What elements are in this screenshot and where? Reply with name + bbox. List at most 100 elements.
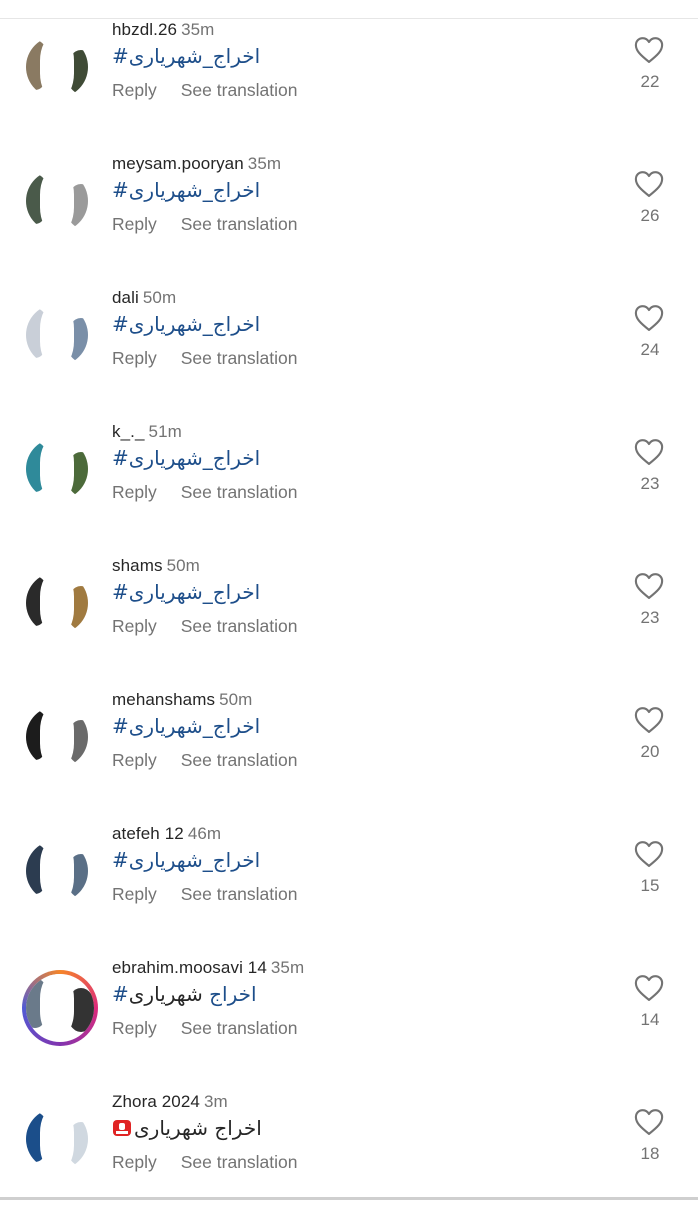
comment-username[interactable]: k_._ 51m: [112, 422, 182, 442]
avatar-redaction: [40, 840, 74, 902]
username-text[interactable]: ebrahim.moosavi 14: [112, 958, 267, 977]
username-text[interactable]: hbzdl.26: [112, 20, 177, 39]
comment-timestamp: 50m: [166, 556, 200, 575]
comment-username[interactable]: meysam.pooryan 35m: [112, 154, 281, 174]
like-count: 22: [640, 72, 660, 91]
comment-text: #اخراج_شهریاری: [112, 178, 260, 202]
comment-row: shams 50m #اخراج_شهریاری Reply See translati…: [0, 544, 698, 678]
comment-username[interactable]: ebrahim.moosavi 14 35m: [112, 958, 304, 978]
see-translation-button[interactable]: See translation: [181, 214, 298, 234]
like-count: 14: [640, 1010, 660, 1029]
username-text[interactable]: meysam.pooryan: [112, 154, 244, 173]
hashtag-link[interactable]: #اخراج_شهریاری: [112, 446, 260, 470]
comment-text: #اخراج_شهریاری: [112, 446, 260, 470]
heart-outline-icon[interactable]: [634, 706, 666, 736]
heart-outline-icon[interactable]: [634, 304, 666, 334]
avatar-redaction: [40, 36, 74, 98]
avatar[interactable]: [26, 438, 88, 500]
comment-timestamp: 51m: [148, 422, 182, 441]
heart-outline-icon[interactable]: [634, 974, 666, 1004]
reply-button[interactable]: Reply: [112, 884, 157, 904]
comment-row: k_._ 51m #اخراج_شهریاری Reply See translatio…: [0, 410, 698, 544]
comment-username[interactable]: mehanshams 50m: [112, 690, 252, 710]
reply-button[interactable]: Reply: [112, 616, 157, 636]
avatar-redaction: [40, 438, 74, 500]
see-translation-button[interactable]: See translation: [181, 348, 298, 368]
comment-username[interactable]: hbzdl.26 35m: [112, 20, 214, 40]
username-text[interactable]: dali: [112, 288, 139, 307]
avatar[interactable]: [26, 304, 88, 366]
comment-actions: Reply See translation: [112, 1018, 298, 1039]
comment-text: #اخراج_شهریاری: [112, 580, 260, 604]
siren-emoji-icon: [113, 1120, 131, 1136]
comment-username[interactable]: shams 50m: [112, 556, 200, 576]
comment-row: ebrahim.moosavi 14 35m #اخراج شهریاری Reply…: [0, 946, 698, 1080]
heart-outline-icon[interactable]: [634, 1108, 666, 1138]
comment-username[interactable]: dali 50m: [112, 288, 176, 308]
comment-username[interactable]: Zhora 2024 3m: [112, 1092, 228, 1112]
reply-button[interactable]: Reply: [112, 214, 157, 234]
like-count: 23: [640, 608, 660, 627]
see-translation-button[interactable]: See translation: [181, 884, 298, 904]
heart-outline-icon[interactable]: [634, 170, 666, 200]
comment-text: #اخراج_شهریاری: [112, 44, 260, 68]
username-text[interactable]: atefeh 12: [112, 824, 184, 843]
comment-timestamp: 3m: [203, 1092, 228, 1111]
heart-outline-icon[interactable]: [634, 438, 666, 468]
avatar[interactable]: [22, 970, 98, 1046]
see-translation-button[interactable]: See translation: [181, 1018, 298, 1038]
reply-button[interactable]: Reply: [112, 1152, 157, 1172]
heart-outline-icon[interactable]: [634, 36, 666, 66]
comment-timestamp: 35m: [247, 154, 282, 173]
comment-body-text: شهریاری: [128, 982, 210, 1006]
avatar[interactable]: [26, 572, 88, 634]
comment-body-text: اخراج شهریاری: [134, 1116, 262, 1140]
like-count: 24: [640, 340, 660, 359]
hashtag-link[interactable]: #اخراج_شهریاری: [112, 848, 260, 872]
comment-text: #اخراج_شهریاری: [112, 848, 260, 872]
reply-button[interactable]: Reply: [112, 482, 157, 502]
hashtag-link[interactable]: #اخراج_شهریاری: [112, 312, 260, 336]
comment-timestamp: 50m: [219, 690, 253, 709]
avatar[interactable]: [26, 840, 88, 902]
reply-button[interactable]: Reply: [112, 1018, 157, 1038]
avatar[interactable]: [26, 170, 88, 232]
avatar[interactable]: [26, 1108, 88, 1170]
comment-row: meysam.pooryan 35m #اخراج_شهریاری Reply See …: [0, 142, 698, 276]
username-text[interactable]: k_._: [112, 422, 145, 441]
comment-actions: Reply See translation: [112, 884, 298, 905]
hashtag-link[interactable]: #اخراج_شهریاری: [112, 580, 260, 604]
heart-outline-icon[interactable]: [634, 572, 666, 602]
see-translation-button[interactable]: See translation: [181, 80, 298, 100]
hashtag-link[interactable]: #اخراج_شهریاری: [112, 44, 260, 68]
comment-text: اخراج شهریاری: [112, 1116, 262, 1140]
comment-timestamp: 50m: [142, 288, 177, 307]
comment-timestamp: 46m: [187, 824, 222, 843]
reply-button[interactable]: Reply: [112, 348, 157, 368]
see-translation-button[interactable]: See translation: [181, 482, 298, 502]
like-count: 20: [640, 742, 660, 761]
see-translation-button[interactable]: See translation: [181, 750, 298, 770]
username-text[interactable]: shams: [112, 556, 163, 575]
avatar[interactable]: [26, 706, 88, 768]
see-translation-button[interactable]: See translation: [181, 616, 298, 636]
comment-text: #اخراج شهریاری: [112, 982, 257, 1006]
hashtag-link[interactable]: #اخراج_شهریاری: [112, 714, 260, 738]
like-count: 26: [640, 206, 660, 225]
reply-button[interactable]: Reply: [112, 750, 157, 770]
reply-button[interactable]: Reply: [112, 80, 157, 100]
comment-actions: Reply See translation: [112, 214, 298, 235]
username-text[interactable]: Zhora 2024: [112, 1092, 200, 1111]
see-translation-button[interactable]: See translation: [181, 1152, 298, 1172]
avatar[interactable]: [26, 36, 88, 98]
like-count: 23: [640, 474, 660, 493]
comment-username[interactable]: atefeh 12 46m: [112, 824, 221, 844]
comment-row: Zhora 2024 3m اخراج شهریاری Reply See transl…: [0, 1080, 698, 1214]
username-text[interactable]: mehanshams: [112, 690, 215, 709]
like-count: 15: [640, 876, 660, 895]
heart-outline-icon[interactable]: [634, 840, 666, 870]
avatar-redaction: [40, 1108, 74, 1170]
avatar-redaction: [40, 170, 74, 232]
comment-row: mehanshams 50m #اخراج_شهریاری Reply See tran…: [0, 678, 698, 812]
hashtag-link[interactable]: #اخراج_شهریاری: [112, 178, 260, 202]
